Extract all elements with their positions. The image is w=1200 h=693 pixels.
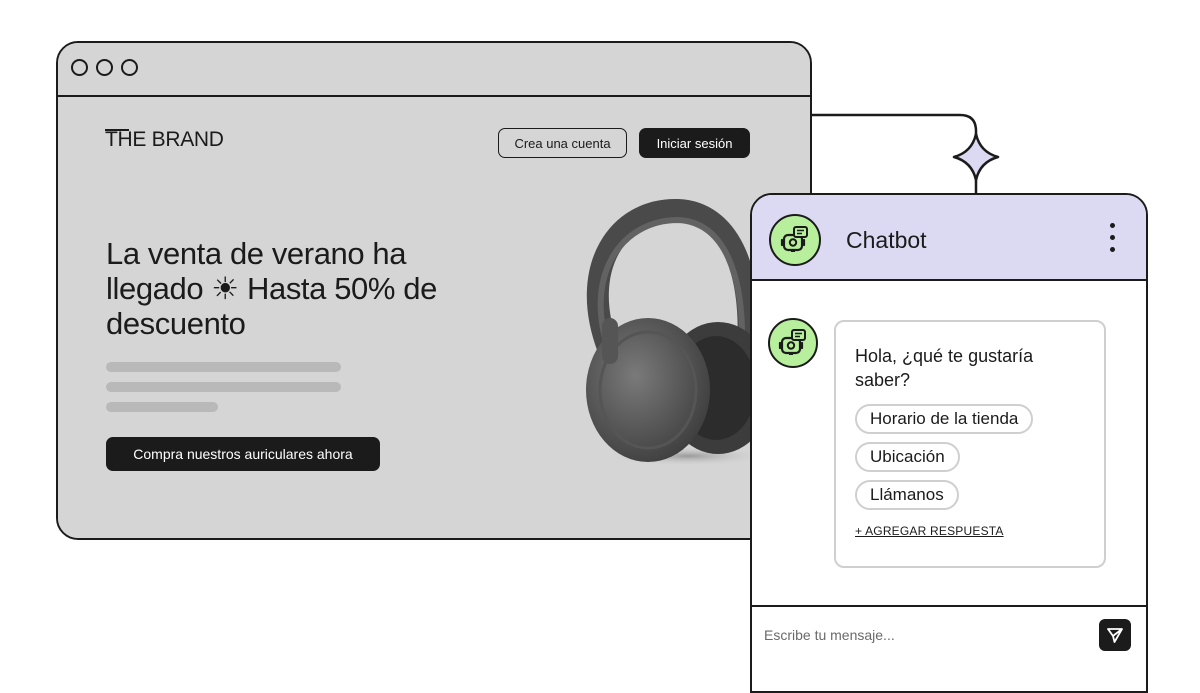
- message-input-bar: [752, 605, 1146, 667]
- chatbot-header: Chatbot: [752, 195, 1146, 281]
- chatbot-panel: Chatbot Hola, ¿qué te gustaría saber? Ho…: [750, 193, 1148, 693]
- bot-question-line: saber?: [855, 370, 911, 390]
- chatbot-avatar: [769, 214, 821, 266]
- quick-reply-store-hours[interactable]: Horario de la tienda: [855, 404, 1034, 434]
- quick-reply-call-us[interactable]: Llámanos: [855, 480, 959, 510]
- bot-question: Hola, ¿qué te gustaría saber?: [855, 344, 1085, 392]
- quick-reply-location[interactable]: Ubicación: [855, 442, 960, 472]
- kebab-menu-icon[interactable]: [1107, 223, 1117, 257]
- bot-message-bubble: Hola, ¿qué te gustaría saber? Horario de…: [834, 320, 1106, 568]
- bot-icon: [780, 226, 808, 252]
- message-avatar: [768, 318, 818, 368]
- bot-question-line: Hola, ¿qué te gustaría: [855, 346, 1034, 366]
- message-input[interactable]: [764, 619, 1064, 651]
- send-button[interactable]: [1099, 619, 1131, 651]
- send-icon: [1107, 628, 1123, 643]
- bot-icon: [778, 329, 806, 355]
- add-reply-link[interactable]: + AGREGAR RESPUESTA: [855, 524, 1004, 538]
- sparkle-icon: [952, 132, 1000, 182]
- chatbot-title: Chatbot: [846, 227, 927, 253]
